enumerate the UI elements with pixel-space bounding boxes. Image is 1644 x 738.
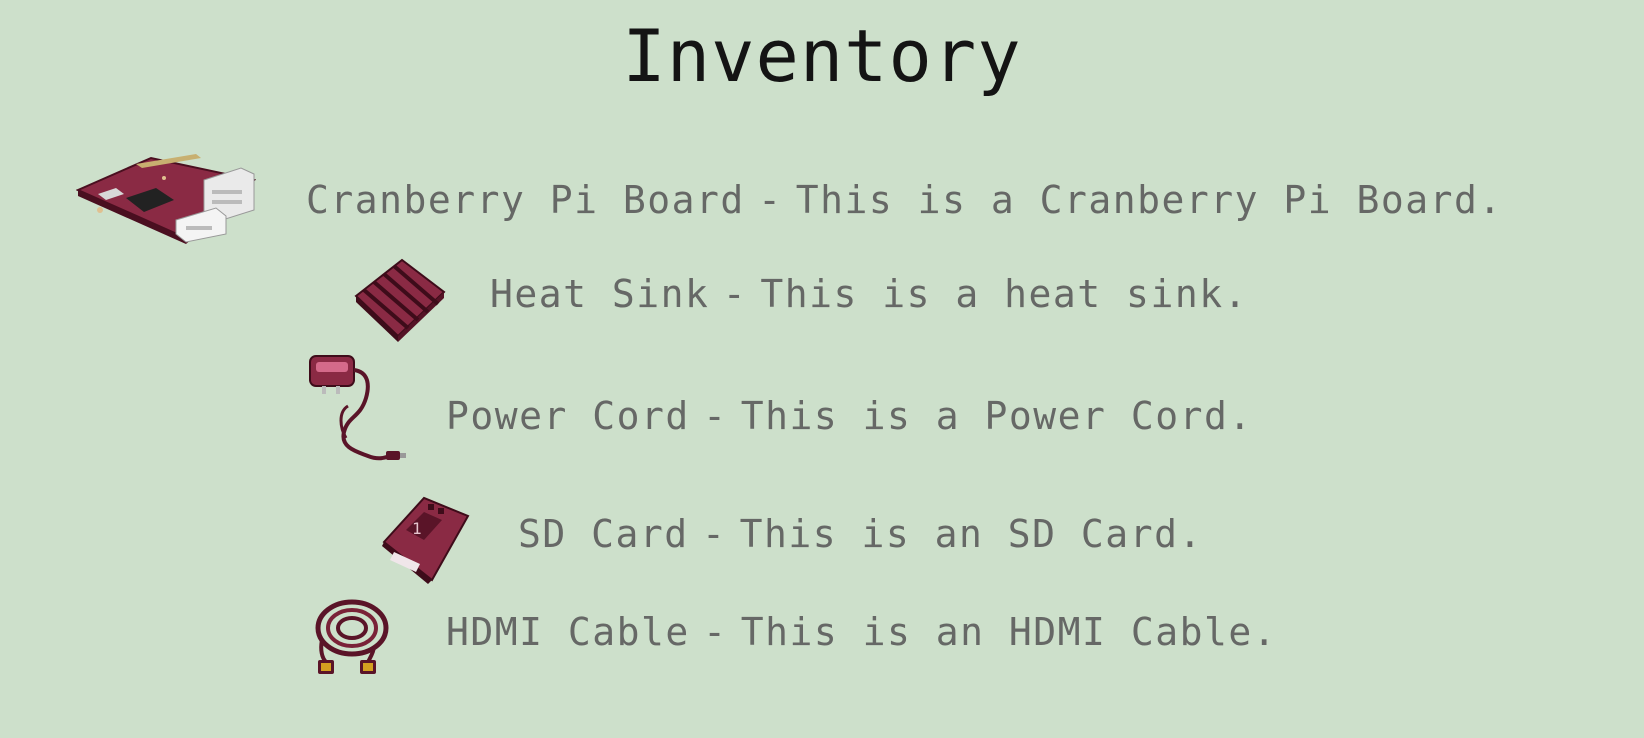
cranberry-pi-board-icon bbox=[76, 150, 256, 250]
inventory-item-hdmi-cable[interactable]: HDMI Cable - This is an HDMI Cable. bbox=[308, 592, 1298, 682]
inventory-item-label: SD Card - This is an SD Card. bbox=[518, 512, 1203, 556]
inventory-item-cranberry-pi-board[interactable]: Cranberry Pi Board - This is a Cranberry P… bbox=[76, 150, 1526, 250]
item-name: Power Cord bbox=[446, 394, 690, 438]
item-name: HDMI Cable bbox=[446, 610, 690, 654]
item-name: SD Card bbox=[518, 512, 689, 556]
svg-text:1: 1 bbox=[412, 519, 422, 538]
item-description: This is an HDMI Cable. bbox=[740, 610, 1278, 654]
item-separator: - bbox=[703, 394, 728, 438]
inventory-item-power-cord[interactable]: Power Cord - This is a Power Cord. bbox=[308, 352, 1288, 468]
inventory-screen: { "title": "Inventory", "items": [ {"nam… bbox=[0, 0, 1644, 738]
item-description: This is a Power Cord. bbox=[740, 394, 1253, 438]
hdmi-cable-icon bbox=[308, 592, 400, 678]
inventory-item-sd-card[interactable]: 1 SD Card - This is an SD Card. bbox=[380, 494, 1220, 594]
power-cord-icon bbox=[308, 352, 408, 468]
item-separator: - bbox=[701, 512, 727, 556]
item-name: Cranberry Pi Board bbox=[306, 178, 745, 222]
item-description: This is a heat sink. bbox=[760, 272, 1248, 316]
heat-sink-icon bbox=[350, 256, 450, 346]
inventory-item-label: HDMI Cable - This is an HDMI Cable. bbox=[446, 610, 1277, 654]
inventory-item-label: Heat Sink - This is a heat sink. bbox=[490, 272, 1248, 316]
inventory-item-heat-sink[interactable]: Heat Sink - This is a heat sink. bbox=[350, 256, 1250, 356]
item-description: This is an SD Card. bbox=[739, 512, 1203, 556]
item-name: Heat Sink bbox=[490, 272, 710, 316]
sd-card-icon: 1 bbox=[380, 494, 472, 586]
item-separator: - bbox=[722, 272, 748, 316]
item-separator: - bbox=[703, 610, 728, 654]
inventory-item-label: Power Cord - This is a Power Cord. bbox=[446, 394, 1253, 438]
item-description: This is a Cranberry Pi Board. bbox=[795, 178, 1503, 222]
item-separator: - bbox=[758, 178, 783, 222]
inventory-item-label: Cranberry Pi Board - This is a Cranberry P… bbox=[306, 178, 1503, 222]
page-title: Inventory bbox=[622, 14, 1022, 98]
